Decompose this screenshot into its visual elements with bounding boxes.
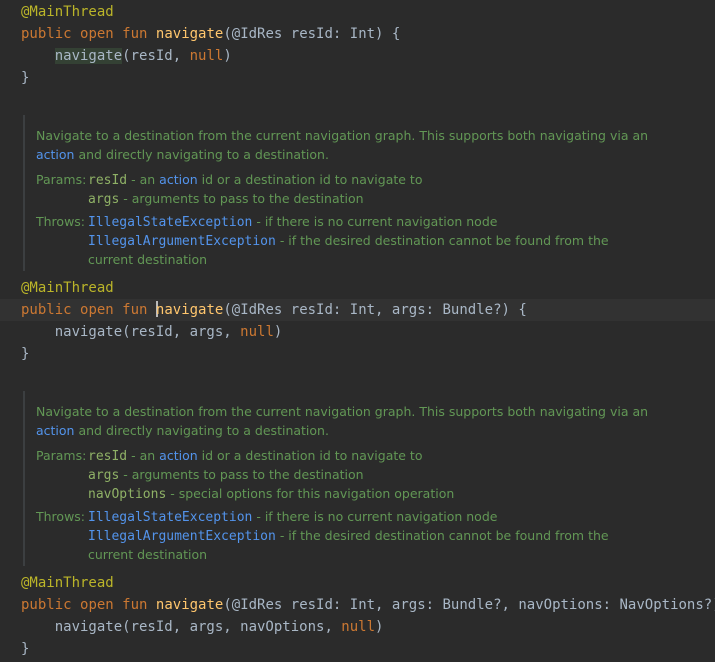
throws-row: Throws: [36, 212, 88, 231]
highlighted-call[interactable]: navigate [54, 48, 123, 64]
param-name: args [88, 192, 120, 207]
function-body-line: navigate(resId, args, null) [21, 321, 283, 343]
null-keyword: null [189, 48, 224, 64]
doc-text: Navigate to a destination from the curre… [36, 404, 649, 419]
doc-text: - arguments to pass to the destination [119, 467, 364, 482]
params-label: Params: [36, 448, 87, 463]
function-signature: public open fun navigate(@IdRes resId: I… [21, 594, 715, 616]
exception-link[interactable]: IllegalStateException [88, 510, 252, 525]
doc-text: and directly navigating to a destination… [74, 423, 329, 438]
doc-text: - if there is no current navigation node [252, 509, 498, 524]
params-row: Params: [36, 170, 88, 189]
action-link[interactable]: action [36, 147, 74, 162]
throws-argument-cont: current destination [88, 250, 207, 269]
parameters: (@IdRes resId: Int, args: Bundle?) { [223, 302, 527, 318]
parameters: (@IdRes resId: Int, args: Bundle?, navOp… [223, 597, 715, 613]
closing-brace: } [21, 343, 29, 365]
doc-text: and directly navigating to a destination… [74, 147, 329, 162]
function-name[interactable]: navigate [156, 597, 223, 613]
call-expression: navigate(resId, args, navOptions, [54, 619, 342, 635]
action-link[interactable]: action [36, 423, 74, 438]
keyword: open [80, 597, 114, 613]
brace: } [21, 641, 30, 657]
doc-description: Navigate to a destination from the curre… [36, 402, 648, 421]
current-line[interactable]: public open fun navigate(@IdRes resId: I… [0, 299, 715, 321]
doc-text: - if the desired destination cannot be f… [275, 528, 609, 543]
null-keyword: null [240, 324, 274, 340]
throws-row: Throws: [36, 507, 88, 526]
doc-description: action and directly navigating to a dest… [36, 421, 329, 440]
function-name[interactable]: navigate [156, 302, 223, 318]
doc-text: - an [127, 448, 160, 463]
call-end: ) [273, 324, 283, 340]
exception-link[interactable]: IllegalArgumentException [88, 529, 276, 544]
throws-argument: IllegalArgumentException - if the desire… [88, 526, 609, 545]
keyword: public [21, 302, 72, 318]
doc-description: action and directly navigating to a dest… [36, 145, 329, 164]
keyword: public [21, 26, 72, 42]
exception-link[interactable]: IllegalArgumentException [88, 234, 276, 249]
doc-text: current destination [88, 547, 208, 562]
annotation: @MainThread [21, 280, 114, 296]
closing-brace: } [21, 638, 29, 660]
call-args: (resId, [122, 48, 190, 64]
null-keyword: null [341, 619, 376, 635]
param-args: args - arguments to pass to the destinat… [88, 189, 364, 208]
doc-text: id or a destination id to navigate to [197, 172, 423, 187]
keyword: open [80, 26, 114, 42]
code-editor[interactable]: @MainThread public open fun navigate(@Id… [0, 0, 715, 662]
keyword: open [80, 302, 114, 318]
keyword: fun [122, 302, 148, 318]
param-resId: resId - an action id or a destination id… [88, 170, 422, 189]
param-name: resId [88, 449, 128, 464]
doc-text: id or a destination id to navigate to [197, 448, 423, 463]
throws-state: IllegalStateException - if there is no c… [88, 212, 497, 231]
brace: } [21, 346, 30, 362]
doc-text: - if the desired destination cannot be f… [275, 233, 609, 248]
doc-text: - an [127, 172, 160, 187]
brace: } [21, 70, 30, 86]
param-args: args - arguments to pass to the destinat… [88, 465, 364, 484]
doc-text: - arguments to pass to the destination [119, 191, 364, 206]
kdoc-block: Navigate to a destination from the curre… [23, 115, 715, 271]
param-resId: resId - an action id or a destination id… [88, 446, 422, 465]
annotation-line: @MainThread [21, 277, 114, 299]
action-link[interactable]: action [159, 448, 197, 463]
keyword: fun [122, 26, 148, 42]
params-label: Params: [36, 172, 87, 187]
call-end: ) [375, 619, 384, 635]
throws-label: Throws: [36, 509, 86, 524]
exception-link[interactable]: IllegalStateException [88, 215, 252, 230]
parameters: (@IdRes resId: Int) { [223, 26, 401, 42]
doc-text: Navigate to a destination from the curre… [36, 128, 649, 143]
throws-state: IllegalStateException - if there is no c… [88, 507, 497, 526]
closing-brace: } [21, 67, 29, 89]
annotation: @MainThread [21, 4, 114, 20]
throws-label: Throws: [36, 214, 86, 229]
param-navOptions: navOptions - special options for this na… [88, 484, 454, 503]
doc-text: - special options for this navigation op… [166, 486, 455, 501]
call-end: ) [223, 48, 232, 64]
action-link[interactable]: action [159, 172, 197, 187]
kdoc-block: Navigate to a destination from the curre… [23, 391, 715, 566]
throws-argument: IllegalArgumentException - if the desire… [88, 231, 609, 250]
function-body-line: navigate(resId, args, navOptions, null) [21, 616, 384, 638]
keyword: fun [122, 597, 148, 613]
keyword: public [21, 597, 72, 613]
function-name[interactable]: navigate [156, 26, 223, 42]
doc-description: Navigate to a destination from the curre… [36, 126, 648, 145]
doc-text: - if there is no current navigation node [252, 214, 498, 229]
annotation-line: @MainThread [21, 1, 114, 23]
param-name: navOptions [88, 487, 167, 502]
annotation: @MainThread [21, 575, 114, 591]
param-name: resId [88, 173, 128, 188]
function-signature: public open fun navigate(@IdRes resId: I… [21, 23, 400, 45]
param-name: args [88, 468, 120, 483]
throws-argument-cont: current destination [88, 545, 207, 564]
params-row: Params: [36, 446, 88, 465]
call-expression: navigate(resId, args, [54, 324, 241, 340]
annotation-line: @MainThread [21, 572, 114, 594]
doc-text: current destination [88, 252, 208, 267]
function-body-line: navigate(resId, null) [21, 45, 232, 67]
